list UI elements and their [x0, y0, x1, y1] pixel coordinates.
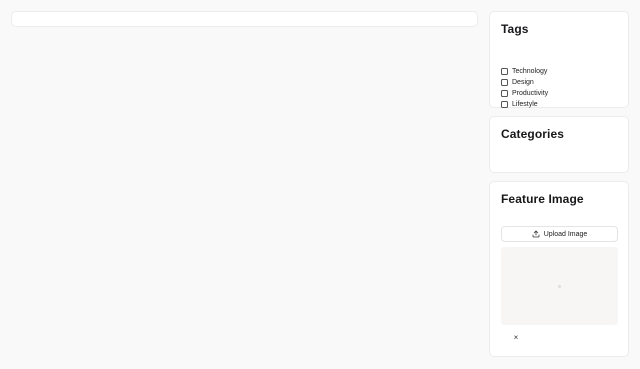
- tag-label: Lifestyle: [512, 101, 538, 108]
- tag-label: Technology: [512, 68, 548, 75]
- feature-image-title: Feature Image: [501, 192, 584, 206]
- content-editor-panel[interactable]: [11, 11, 478, 27]
- tag-option-productivity[interactable]: Productivity: [501, 88, 548, 99]
- remove-image-button[interactable]: ×: [511, 332, 521, 342]
- feature-image-card: Feature Image Upload Image ×: [489, 181, 629, 357]
- upload-icon: [532, 230, 540, 238]
- tag-checkbox[interactable]: [501, 101, 508, 108]
- tag-list: Technology Design Productivity Lifestyle: [501, 66, 548, 110]
- tag-label: Design: [512, 79, 534, 86]
- tag-option-design[interactable]: Design: [501, 77, 548, 88]
- tags-title: Tags: [501, 22, 529, 36]
- categories-title: Categories: [501, 127, 565, 141]
- tag-label: Productivity: [512, 90, 549, 97]
- tag-checkbox[interactable]: [501, 79, 508, 86]
- image-placeholder-icon: [558, 284, 561, 288]
- tag-option-lifestyle[interactable]: Lifestyle: [501, 99, 548, 110]
- categories-card: Categories: [489, 116, 629, 173]
- upload-image-label: Upload Image: [543, 230, 588, 238]
- tags-card: Tags Technology Design Productivity Life…: [489, 11, 629, 108]
- tag-option-technology[interactable]: Technology: [501, 66, 548, 77]
- tag-checkbox[interactable]: [501, 68, 508, 75]
- tag-checkbox[interactable]: [501, 90, 508, 97]
- image-preview: [501, 247, 618, 325]
- upload-image-button[interactable]: Upload Image: [501, 226, 618, 242]
